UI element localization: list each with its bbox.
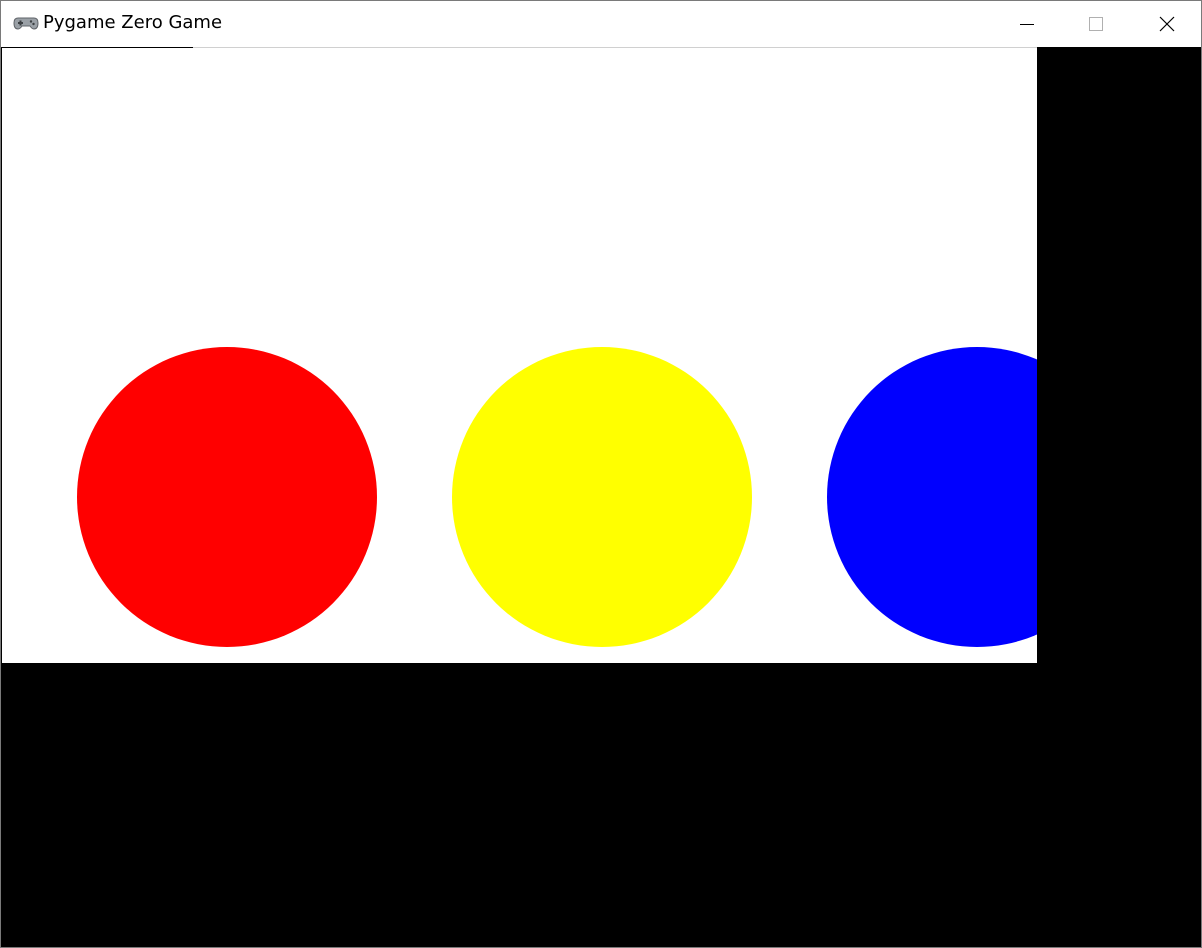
game-window: Pygame Zero Game xyxy=(0,0,1202,948)
close-button[interactable] xyxy=(1132,1,1202,47)
minimize-icon xyxy=(1020,24,1034,25)
window-title: Pygame Zero Game xyxy=(43,12,223,33)
red-ball xyxy=(77,347,377,647)
maximize-icon xyxy=(1089,17,1103,31)
blue-ball xyxy=(827,347,1037,647)
game-canvas[interactable] xyxy=(2,48,1037,663)
title-bar[interactable]: Pygame Zero Game xyxy=(1,1,1201,47)
maximize-button[interactable] xyxy=(1061,1,1131,47)
minimize-button[interactable] xyxy=(992,1,1062,47)
yellow-ball xyxy=(452,347,752,647)
gamepad-icon xyxy=(13,17,39,30)
close-icon xyxy=(1159,16,1175,32)
